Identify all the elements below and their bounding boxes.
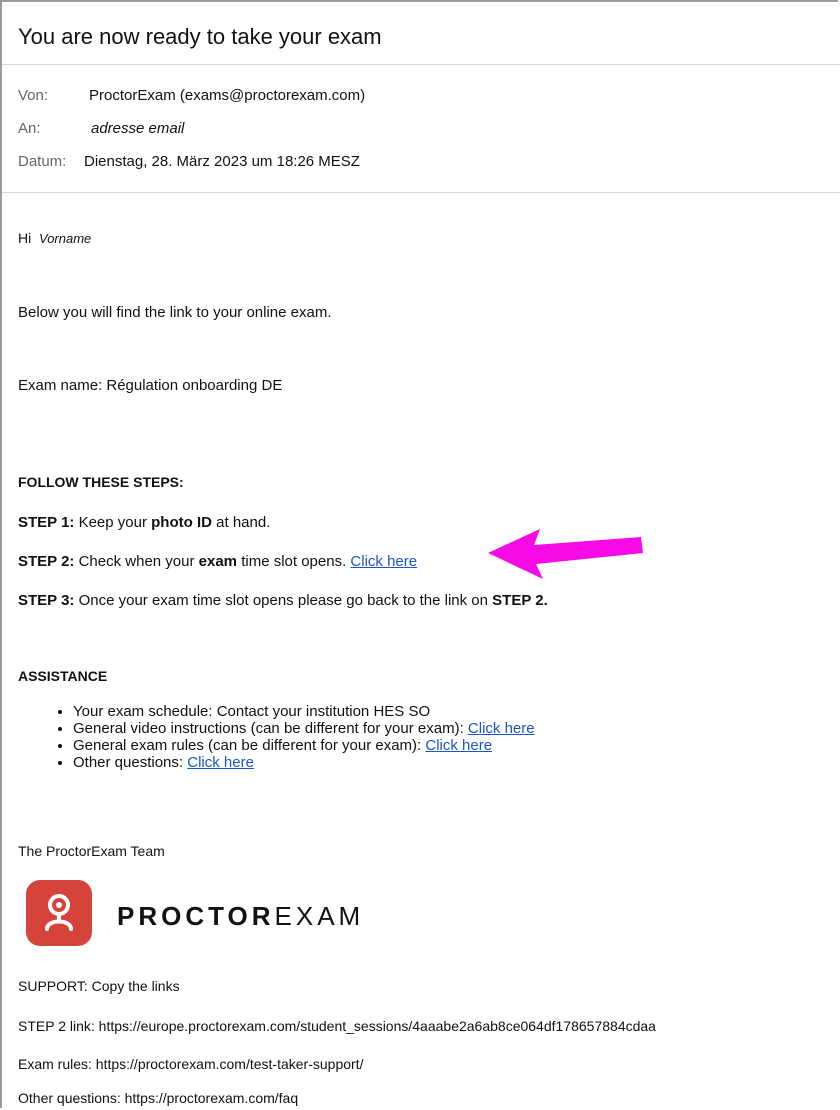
assistance-list: Your exam schedule: Contact your institu… [18, 703, 535, 771]
proctorexam-logo-badge [26, 880, 92, 946]
from-value[interactable]: ProctorExam (exams@proctorexam.com) [89, 87, 365, 104]
step-3: STEP 3: Once your exam time slot opens p… [18, 592, 548, 609]
proctorexam-wordmark: PROCTOREXAM [117, 901, 364, 932]
intro-text: Below you will find the link to your onl… [18, 304, 332, 321]
assistance-heading: ASSISTANCE [18, 668, 108, 684]
step-1: STEP 1: Keep your photo ID at hand. [18, 514, 270, 531]
support-heading: SUPPORT: Copy the links [18, 978, 180, 994]
exam-name: Exam name: Régulation onboarding DE [18, 377, 283, 394]
assistance-item-text: General video instructions (can be diffe… [73, 720, 468, 737]
greeting-name: Vorname [39, 231, 92, 246]
wordmark-bold: PROCTOR [117, 901, 275, 931]
exam-rules-link[interactable]: Click here [425, 737, 492, 754]
date-value: Dienstag, 28. März 2023 um 18:26 MESZ [84, 153, 360, 170]
step-2-bold: exam [198, 553, 238, 570]
other-questions-link[interactable]: Click here [187, 754, 254, 771]
step-1-label: STEP 1: [18, 514, 75, 531]
assistance-item: Other questions: Click here [73, 754, 535, 771]
step-1-bold: photo ID [151, 514, 212, 531]
assistance-item: General exam rules (can be different for… [73, 737, 535, 754]
step-2-text-after: time slot opens. [237, 553, 351, 570]
to-label: An: [18, 120, 41, 137]
arrow-shape [488, 529, 643, 579]
assistance-item: Your exam schedule: Contact your institu… [73, 703, 535, 720]
step-3-text: Once your exam time slot opens please go… [74, 592, 493, 609]
from-label: Von: [18, 87, 49, 104]
subject-divider [2, 64, 840, 65]
step-2-label: STEP 2: [18, 553, 75, 570]
support-step2-link[interactable]: STEP 2 link: https://europe.proctorexam.… [18, 1018, 656, 1034]
greeting: Hi Vorname [18, 230, 91, 246]
assistance-item-text: General exam rules (can be different for… [73, 737, 426, 754]
date-label: Datum: [18, 153, 67, 170]
step-1-text: Keep your [74, 514, 152, 531]
greeting-prefix: Hi [18, 230, 32, 246]
step-1-text-after: at hand. [211, 514, 271, 531]
header-divider [2, 192, 840, 193]
email-subject: You are now ready to take your exam [18, 24, 382, 49]
assistance-item-text: Your exam schedule: Contact your institu… [73, 703, 431, 720]
signoff: The ProctorExam Team [18, 843, 165, 859]
to-value[interactable]: adresse email [91, 120, 184, 137]
assistance-item: General video instructions (can be diffe… [73, 720, 535, 737]
support-other-questions[interactable]: Other questions: https://proctorexam.com… [18, 1090, 298, 1106]
assistance-item-text: Other questions: [73, 754, 188, 771]
wordmark-light: EXAM [274, 901, 365, 931]
steps-heading: FOLLOW THESE STEPS: [18, 474, 184, 490]
step-2: STEP 2: Check when your exam time slot o… [18, 553, 417, 570]
proctor-person-icon [45, 894, 73, 931]
step-3-bold: STEP 2. [492, 592, 548, 609]
video-instructions-link[interactable]: Click here [468, 720, 535, 737]
step-2-text: Check when your [74, 553, 199, 570]
step-3-label: STEP 3: [18, 592, 75, 609]
step-2-link[interactable]: Click here [350, 553, 417, 570]
pink-arrow-icon [488, 529, 643, 579]
support-exam-rules[interactable]: Exam rules: https://proctorexam.com/test… [18, 1056, 363, 1072]
